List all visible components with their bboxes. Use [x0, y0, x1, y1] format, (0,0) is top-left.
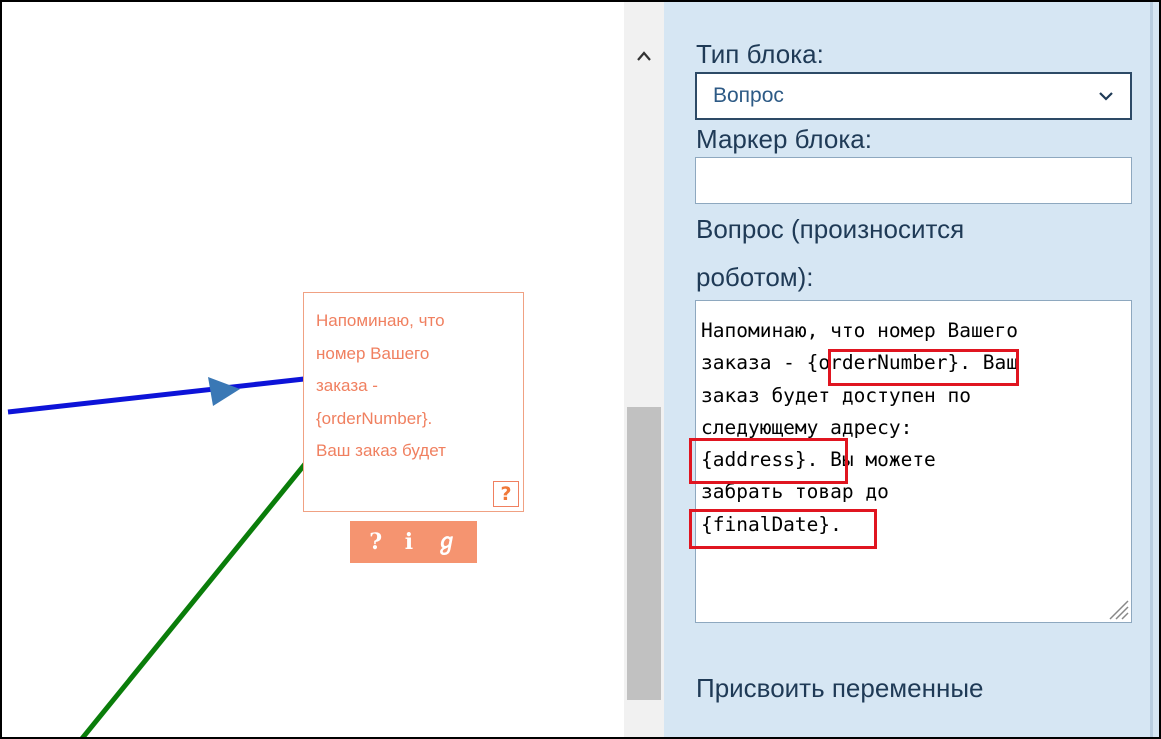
scrollbar-thumb[interactable]: [627, 407, 661, 700]
node-toolbar: ? i ℊ: [350, 521, 477, 563]
question-mark-icon: ?: [500, 483, 512, 505]
block-marker-label: Маркер блока:: [696, 124, 872, 154]
flow-canvas[interactable]: Напоминаю, что номер Вашего заказа - {or…: [2, 2, 624, 737]
resize-grip-icon[interactable]: [1107, 598, 1129, 620]
node-help-button[interactable]: ?: [493, 481, 519, 507]
question-label-line2: роботом):: [696, 262, 814, 292]
edge-arrow-icon: [208, 377, 240, 406]
panel-edge: [1150, 2, 1153, 737]
node-text: Напоминаю, что номер Вашего заказа - {or…: [316, 311, 446, 460]
block-type-value: Вопрос: [713, 84, 784, 107]
help-icon[interactable]: ?: [369, 531, 382, 553]
outgoing-edge[interactable]: [80, 462, 307, 737]
question-textarea[interactable]: Напоминаю, что номер Вашего заказа - {or…: [695, 300, 1132, 623]
chevron-up-icon: [637, 51, 651, 61]
app-frame: Напоминаю, что номер Вашего заказа - {or…: [0, 0, 1161, 739]
assign-variables-label[interactable]: Присвоить переменные: [696, 673, 984, 704]
incoming-edge[interactable]: [7, 376, 305, 415]
vertical-scrollbar[interactable]: [624, 2, 664, 737]
properties-panel: Тип блока: Вопрос Маркер блока: Вопрос (…: [664, 2, 1159, 737]
block-type-select[interactable]: Вопрос: [695, 72, 1132, 120]
question-text: Напоминаю, что номер Вашего заказа - {or…: [701, 319, 1018, 536]
info-icon[interactable]: i: [405, 531, 413, 553]
branch-icon[interactable]: ℊ: [436, 531, 458, 553]
chevron-down-icon: [1099, 92, 1113, 101]
block-type-label: Тип блока:: [696, 39, 824, 69]
block-marker-input[interactable]: [695, 157, 1132, 204]
question-label-line1: Вопрос (произносится: [696, 214, 965, 244]
question-node[interactable]: Напоминаю, что номер Вашего заказа - {or…: [303, 292, 524, 512]
scroll-up-button[interactable]: [624, 36, 664, 76]
